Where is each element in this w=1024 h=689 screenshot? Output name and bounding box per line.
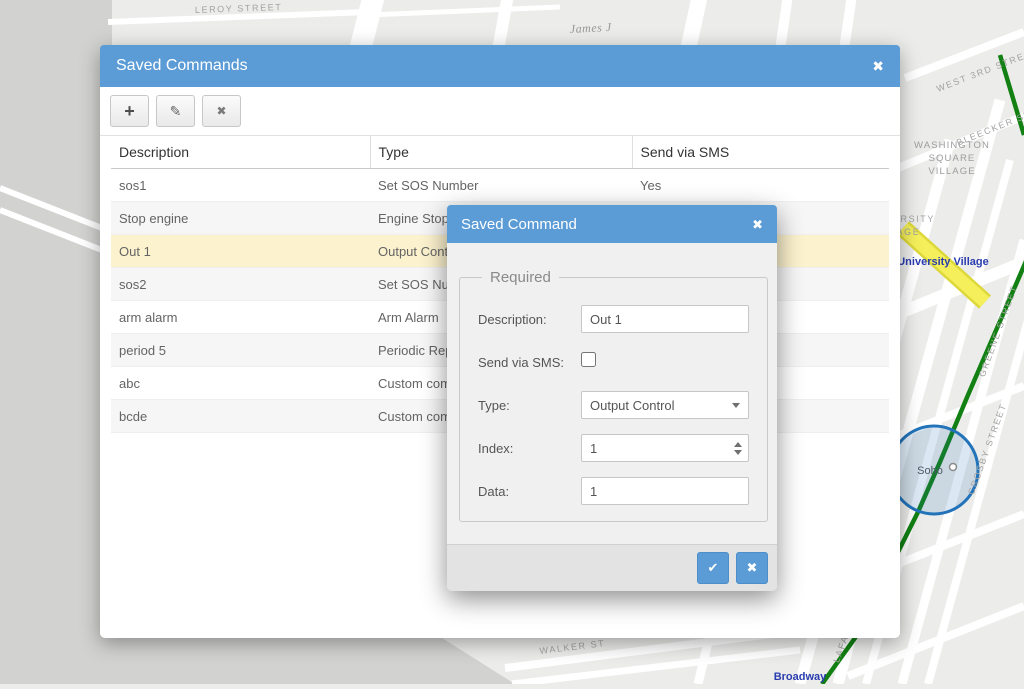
- saved-command-header: Saved Command ✖: [447, 205, 777, 243]
- pencil-icon: ✎: [170, 103, 182, 120]
- cell-description[interactable]: sos1: [111, 169, 370, 202]
- cancel-button[interactable]: ✖: [736, 552, 768, 584]
- table-header-row: Description Type Send via SMS: [111, 136, 889, 169]
- index-value: 1: [590, 441, 597, 456]
- close-icon: ✖: [747, 560, 758, 576]
- sms-field-row: Send via SMS:: [478, 348, 749, 376]
- stepper-arrows[interactable]: [734, 442, 742, 455]
- saved-command-title: Saved Command: [461, 216, 752, 233]
- cell-type[interactable]: Set SOS Number: [370, 169, 632, 202]
- description-label: Description:: [478, 312, 581, 327]
- cell-description[interactable]: bcde: [111, 400, 370, 433]
- cell-description[interactable]: arm alarm: [111, 301, 370, 334]
- confirm-button[interactable]: ✔: [697, 552, 729, 584]
- type-field-row: Type: Output Control: [478, 391, 749, 419]
- chevron-down-icon: [732, 403, 740, 408]
- column-header-send-via-sms[interactable]: Send via SMS: [632, 136, 889, 169]
- sms-label: Send via SMS:: [478, 355, 581, 370]
- map-label-square: SQUARE: [929, 153, 976, 164]
- map-place-marker: [950, 464, 957, 471]
- commands-toolbar: + ✎ ✖: [100, 87, 900, 136]
- delete-icon: ✖: [216, 104, 226, 118]
- index-field-row: Index: 1: [478, 434, 749, 462]
- saved-command-footer: ✔ ✖: [447, 544, 777, 591]
- data-label: Data:: [478, 484, 581, 499]
- map-label-soho: Soho: [917, 465, 943, 477]
- plus-icon: +: [124, 101, 135, 122]
- check-icon: ✔: [708, 560, 719, 576]
- type-label: Type:: [478, 398, 581, 413]
- map-label-james-j: James J: [569, 20, 612, 36]
- type-select-value: Output Control: [590, 398, 675, 413]
- add-command-button[interactable]: +: [110, 95, 149, 127]
- cell-description[interactable]: period 5: [111, 334, 370, 367]
- delete-command-button[interactable]: ✖: [202, 95, 241, 127]
- sms-checkbox[interactable]: [581, 352, 596, 367]
- description-field-row: Description:: [478, 305, 749, 333]
- map-label-broadway: Broadway: [774, 671, 827, 683]
- saved-command-body: Required Description: Send via SMS: Type…: [447, 243, 777, 522]
- saved-commands-header: Saved Commands ✖: [100, 45, 900, 87]
- cell-send-via-sms[interactable]: Yes: [632, 169, 889, 202]
- map-label-village: VILLAGE: [928, 166, 975, 177]
- arrow-up-icon: [734, 442, 742, 447]
- close-icon[interactable]: ✖: [872, 59, 884, 73]
- edit-command-button[interactable]: ✎: [156, 95, 195, 127]
- column-header-description[interactable]: Description: [111, 136, 370, 169]
- cell-description[interactable]: abc: [111, 367, 370, 400]
- index-label: Index:: [478, 441, 581, 456]
- data-field-row: Data:: [478, 477, 749, 505]
- map-label-washington: WASHINGTON: [914, 140, 990, 151]
- description-input[interactable]: [581, 305, 749, 333]
- arrow-down-icon: [734, 450, 742, 455]
- table-row[interactable]: sos1 Set SOS Number Yes: [111, 169, 889, 202]
- cell-description[interactable]: Stop engine: [111, 202, 370, 235]
- required-fieldset: Required Description: Send via SMS: Type…: [459, 269, 768, 522]
- data-input[interactable]: [581, 477, 749, 505]
- column-header-type[interactable]: Type: [370, 136, 632, 169]
- index-stepper[interactable]: 1: [581, 434, 749, 462]
- saved-commands-title: Saved Commands: [116, 57, 872, 75]
- type-select[interactable]: Output Control: [581, 391, 749, 419]
- required-legend: Required: [482, 269, 559, 286]
- cell-description[interactable]: sos2: [111, 268, 370, 301]
- saved-command-dialog: Saved Command ✖ Required Description: Se…: [447, 205, 777, 591]
- cell-description[interactable]: Out 1: [111, 235, 370, 268]
- map-label-university-village-blue: University Village: [897, 256, 989, 268]
- close-icon[interactable]: ✖: [752, 218, 763, 231]
